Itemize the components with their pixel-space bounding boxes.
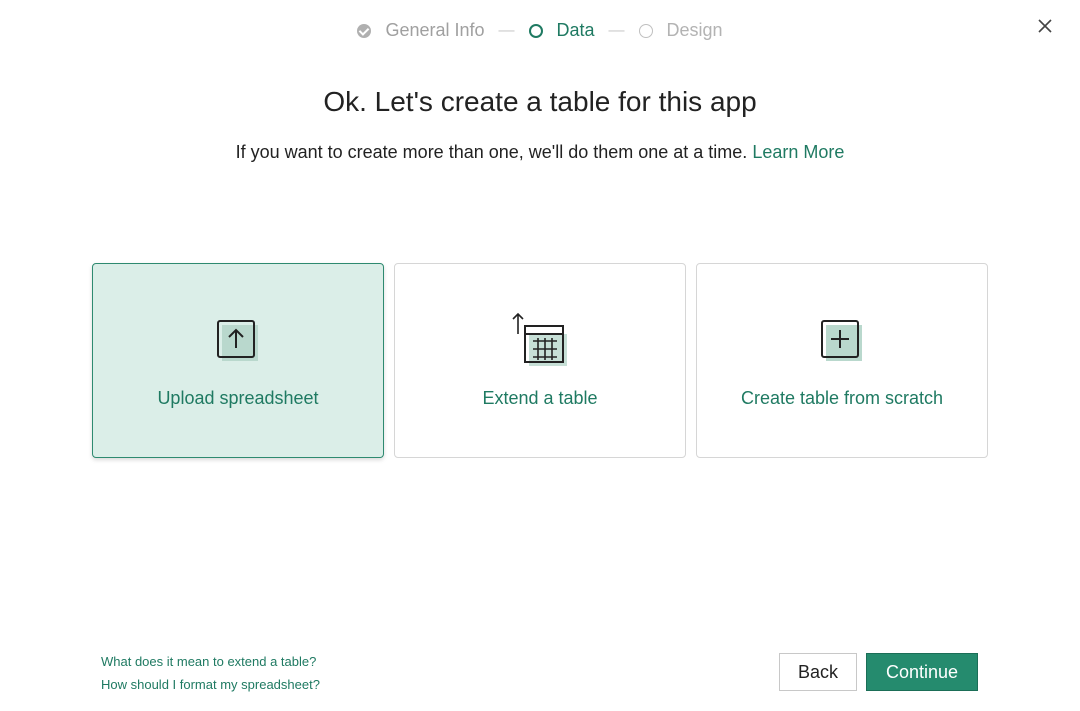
page-subtitle: If you want to create more than one, we'… [0,142,1080,163]
step-design[interactable]: Design [638,20,723,41]
option-label: Upload spreadsheet [157,388,319,408]
step-label: Data [556,20,595,40]
step-data[interactable]: Data [528,20,595,41]
extend-table-help-link[interactable]: What does it mean to extend a table? [101,650,320,673]
extend-table-card[interactable]: Extend a table [394,263,686,458]
step-separator: — [498,21,515,39]
back-button[interactable]: Back [779,653,857,691]
option-label: Extend a table [482,388,598,408]
subtitle-text: If you want to create more than one, we'… [235,142,748,162]
format-spreadsheet-help-link[interactable]: How should I format my spreadsheet? [101,673,320,696]
option-label: Create table from scratch [740,388,944,408]
close-icon [1038,19,1052,33]
create-table-dialog: General Info — Data — Design Ok. Let's c… [0,0,1080,711]
page-title: Ok. Let's create a table for this app [323,86,757,117]
step-label: General Info [385,20,485,40]
help-links: What does it mean to extend a table? How… [101,650,320,696]
close-button[interactable] [1034,15,1056,37]
learn-more-link[interactable]: Learn More [752,142,844,162]
pending-step-circle-icon [638,23,653,38]
extend-table-icon [509,312,571,370]
check-circle-icon [357,23,372,38]
upload-spreadsheet-card[interactable]: Upload spreadsheet [92,263,384,458]
wizard-stepper: General Info — Data — Design [0,20,1080,41]
upload-icon [215,312,261,370]
create-from-scratch-card[interactable]: Create table from scratch [696,263,988,458]
step-separator: — [608,21,625,39]
current-step-circle-icon [528,23,543,38]
continue-button[interactable]: Continue [866,653,978,691]
table-source-options: Upload spreadsheet Extend a table Create… [92,263,988,458]
add-table-icon [819,312,865,370]
step-label: Design [666,20,723,40]
step-general-info[interactable]: General Info [357,20,485,41]
